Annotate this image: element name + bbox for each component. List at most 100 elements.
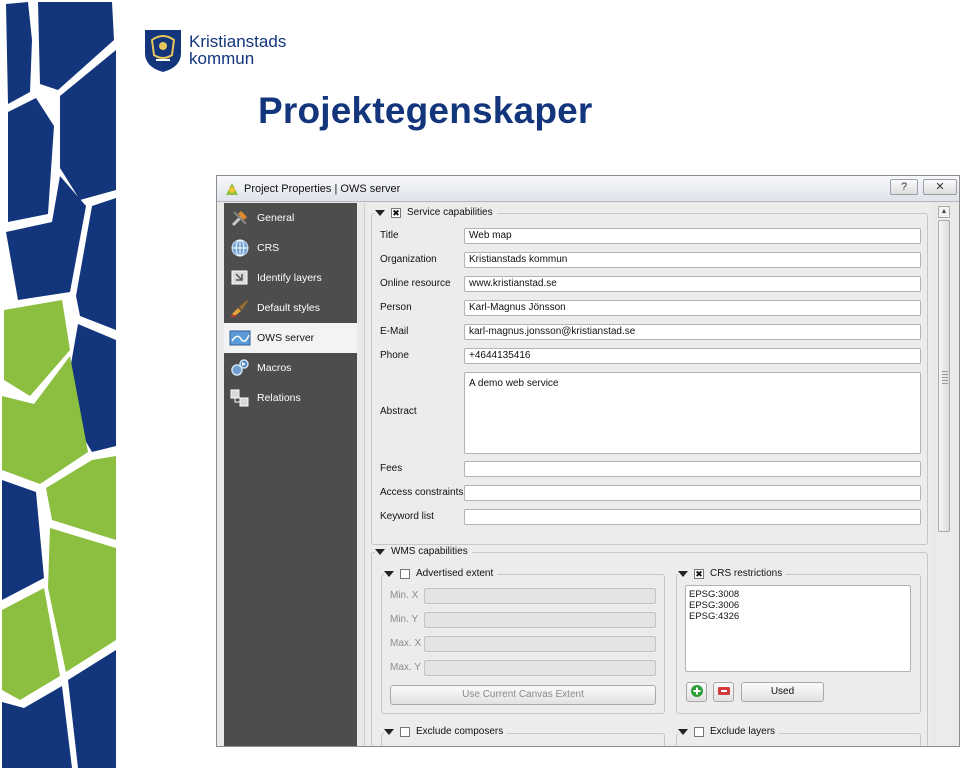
relations-icon — [229, 388, 251, 408]
collapse-arrow-icon[interactable] — [375, 548, 385, 555]
use-canvas-extent-button[interactable]: Use Current Canvas Extent — [390, 685, 656, 705]
crs-restrictions-header[interactable]: ✖ CRS restrictions — [678, 568, 787, 579]
vertical-scrollbar[interactable]: ▲ — [937, 206, 951, 746]
exclude-layers-checkbox[interactable] — [694, 726, 704, 737]
mosaic-tile — [48, 528, 116, 672]
coat-of-arms-icon — [145, 30, 181, 72]
scrollbar-thumb[interactable] — [938, 220, 950, 532]
sidebar-item-label: Macros — [257, 362, 292, 374]
max-y-label: Max. Y — [390, 662, 421, 673]
keyword-list-label: Keyword list — [380, 511, 434, 522]
collapse-arrow-icon[interactable] — [375, 209, 385, 216]
phone-label: Phone — [380, 350, 409, 361]
exclude-composers-header[interactable]: Exclude composers — [384, 726, 508, 737]
min-y-input[interactable] — [424, 612, 656, 628]
crs-list-item[interactable]: EPSG:3006 — [689, 600, 907, 611]
map-icon — [229, 328, 251, 348]
sidebar-item-label: Default styles — [257, 302, 321, 314]
dialog-titlebar[interactable]: Project Properties | OWS server ? ✕ — [217, 176, 959, 202]
max-x-input[interactable] — [424, 636, 656, 652]
used-crs-button[interactable]: Used — [741, 682, 824, 702]
max-x-label: Max. X — [390, 638, 422, 649]
sidebar-item-identify-layers[interactable]: Identify layers — [224, 263, 357, 293]
mosaic-tile — [2, 686, 72, 768]
fees-input[interactable] — [464, 461, 921, 477]
exclude-layers-label: Exclude layers — [710, 726, 776, 737]
mosaic-tile — [2, 480, 44, 600]
decorative-mosaic — [2, 2, 116, 768]
email-input[interactable]: karl-magnus.jonsson@kristianstad.se — [464, 324, 921, 340]
advertised-extent-header[interactable]: Advertised extent — [384, 568, 498, 579]
municipality-logo: Kristianstads kommun — [143, 27, 286, 73]
exclude-layers-header[interactable]: Exclude layers — [678, 726, 780, 737]
email-label: E-Mail — [380, 326, 409, 337]
title-input[interactable]: Web map — [464, 228, 921, 244]
advertised-extent-checkbox[interactable] — [400, 568, 410, 579]
crs-restrictions-label: CRS restrictions — [710, 568, 783, 579]
crs-restrictions-checkbox[interactable]: ✖ — [694, 568, 704, 579]
collapse-arrow-icon[interactable] — [678, 570, 688, 577]
mosaic-tile — [68, 650, 116, 768]
person-input[interactable]: Karl-Magnus Jönsson — [464, 300, 921, 316]
sidebar-item-label: General — [257, 212, 295, 224]
keyword-list-input[interactable] — [464, 509, 921, 525]
sidebar-item-macros[interactable]: Macros — [224, 353, 357, 383]
paintbrush-icon — [229, 298, 251, 318]
collapse-arrow-icon[interactable] — [384, 570, 394, 577]
abstract-label: Abstract — [380, 406, 417, 417]
online-resource-input[interactable]: www.kristianstad.se — [464, 276, 921, 292]
close-button[interactable]: ✕ — [923, 179, 957, 195]
slide-title: Projektegenskaper — [258, 90, 593, 131]
phone-input[interactable]: +4644135416 — [464, 348, 921, 364]
service-capabilities-header[interactable]: ✖ Service capabilities — [375, 207, 497, 218]
exclude-composers-checkbox[interactable] — [400, 726, 410, 737]
max-y-input[interactable] — [424, 660, 656, 676]
wms-capabilities-label: WMS capabilities — [391, 546, 468, 557]
crs-list-item[interactable]: EPSG:4326 — [689, 611, 907, 622]
minus-icon — [717, 687, 730, 696]
min-y-label: Min. Y — [390, 614, 419, 625]
scroll-up-icon[interactable]: ▲ — [938, 206, 950, 218]
remove-crs-button[interactable] — [713, 682, 734, 702]
collapse-arrow-icon[interactable] — [384, 728, 394, 735]
sidebar-item-label: OWS server — [257, 332, 315, 344]
access-constraints-input[interactable] — [464, 485, 921, 501]
service-capabilities-checkbox[interactable]: ✖ — [391, 207, 401, 218]
sidebar-item-default-styles[interactable]: Default styles — [224, 293, 357, 323]
identify-icon — [229, 268, 251, 288]
organization-input[interactable]: Kristianstads kommun — [464, 252, 921, 268]
online-resource-label: Online resource — [380, 278, 451, 289]
globe-icon — [229, 238, 251, 258]
mosaic-tile — [6, 2, 32, 104]
help-button[interactable]: ? — [890, 179, 918, 195]
abstract-textarea[interactable]: A demo web service — [464, 372, 921, 454]
wms-capabilities-header[interactable]: WMS capabilities — [375, 546, 472, 557]
crs-list-item[interactable]: EPSG:3008 — [689, 589, 907, 600]
person-label: Person — [380, 302, 412, 313]
sidebar-item-label: CRS — [257, 242, 280, 254]
advertised-extent-label: Advertised extent — [416, 568, 494, 579]
project-properties-dialog: Project Properties | OWS server ? ✕ Gene… — [216, 175, 960, 747]
logo-line-2: kommun — [189, 49, 255, 68]
sidebar-item-label: Relations — [257, 392, 301, 404]
organization-label: Organization — [380, 254, 437, 265]
sidebar-item-ows-server[interactable]: OWS server — [224, 323, 357, 353]
sidebar-item-relations[interactable]: Relations — [224, 383, 357, 413]
mosaic-tile — [8, 98, 54, 222]
sidebar-item-general[interactable]: General — [224, 203, 357, 233]
exclude-composers-label: Exclude composers — [416, 726, 504, 737]
min-x-input[interactable] — [424, 588, 656, 604]
ows-server-panel[interactable]: ✖ Service capabilities Title Web map Org… — [364, 203, 932, 746]
logo-line-1: Kristianstads — [189, 32, 287, 51]
fees-label: Fees — [380, 463, 403, 474]
crs-list[interactable]: EPSG:3008 EPSG:3006 EPSG:4326 — [685, 585, 911, 672]
grip-icon — [942, 371, 948, 385]
qgis-icon — [226, 183, 238, 195]
sidebar-item-label: Identify layers — [257, 272, 322, 284]
sidebar-item-crs[interactable]: CRS — [224, 233, 357, 263]
add-crs-button[interactable] — [686, 682, 707, 702]
plus-icon — [690, 685, 703, 698]
logo-text: Kristianstads kommun — [189, 33, 286, 67]
min-x-label: Min. X — [390, 590, 419, 601]
collapse-arrow-icon[interactable] — [678, 728, 688, 735]
